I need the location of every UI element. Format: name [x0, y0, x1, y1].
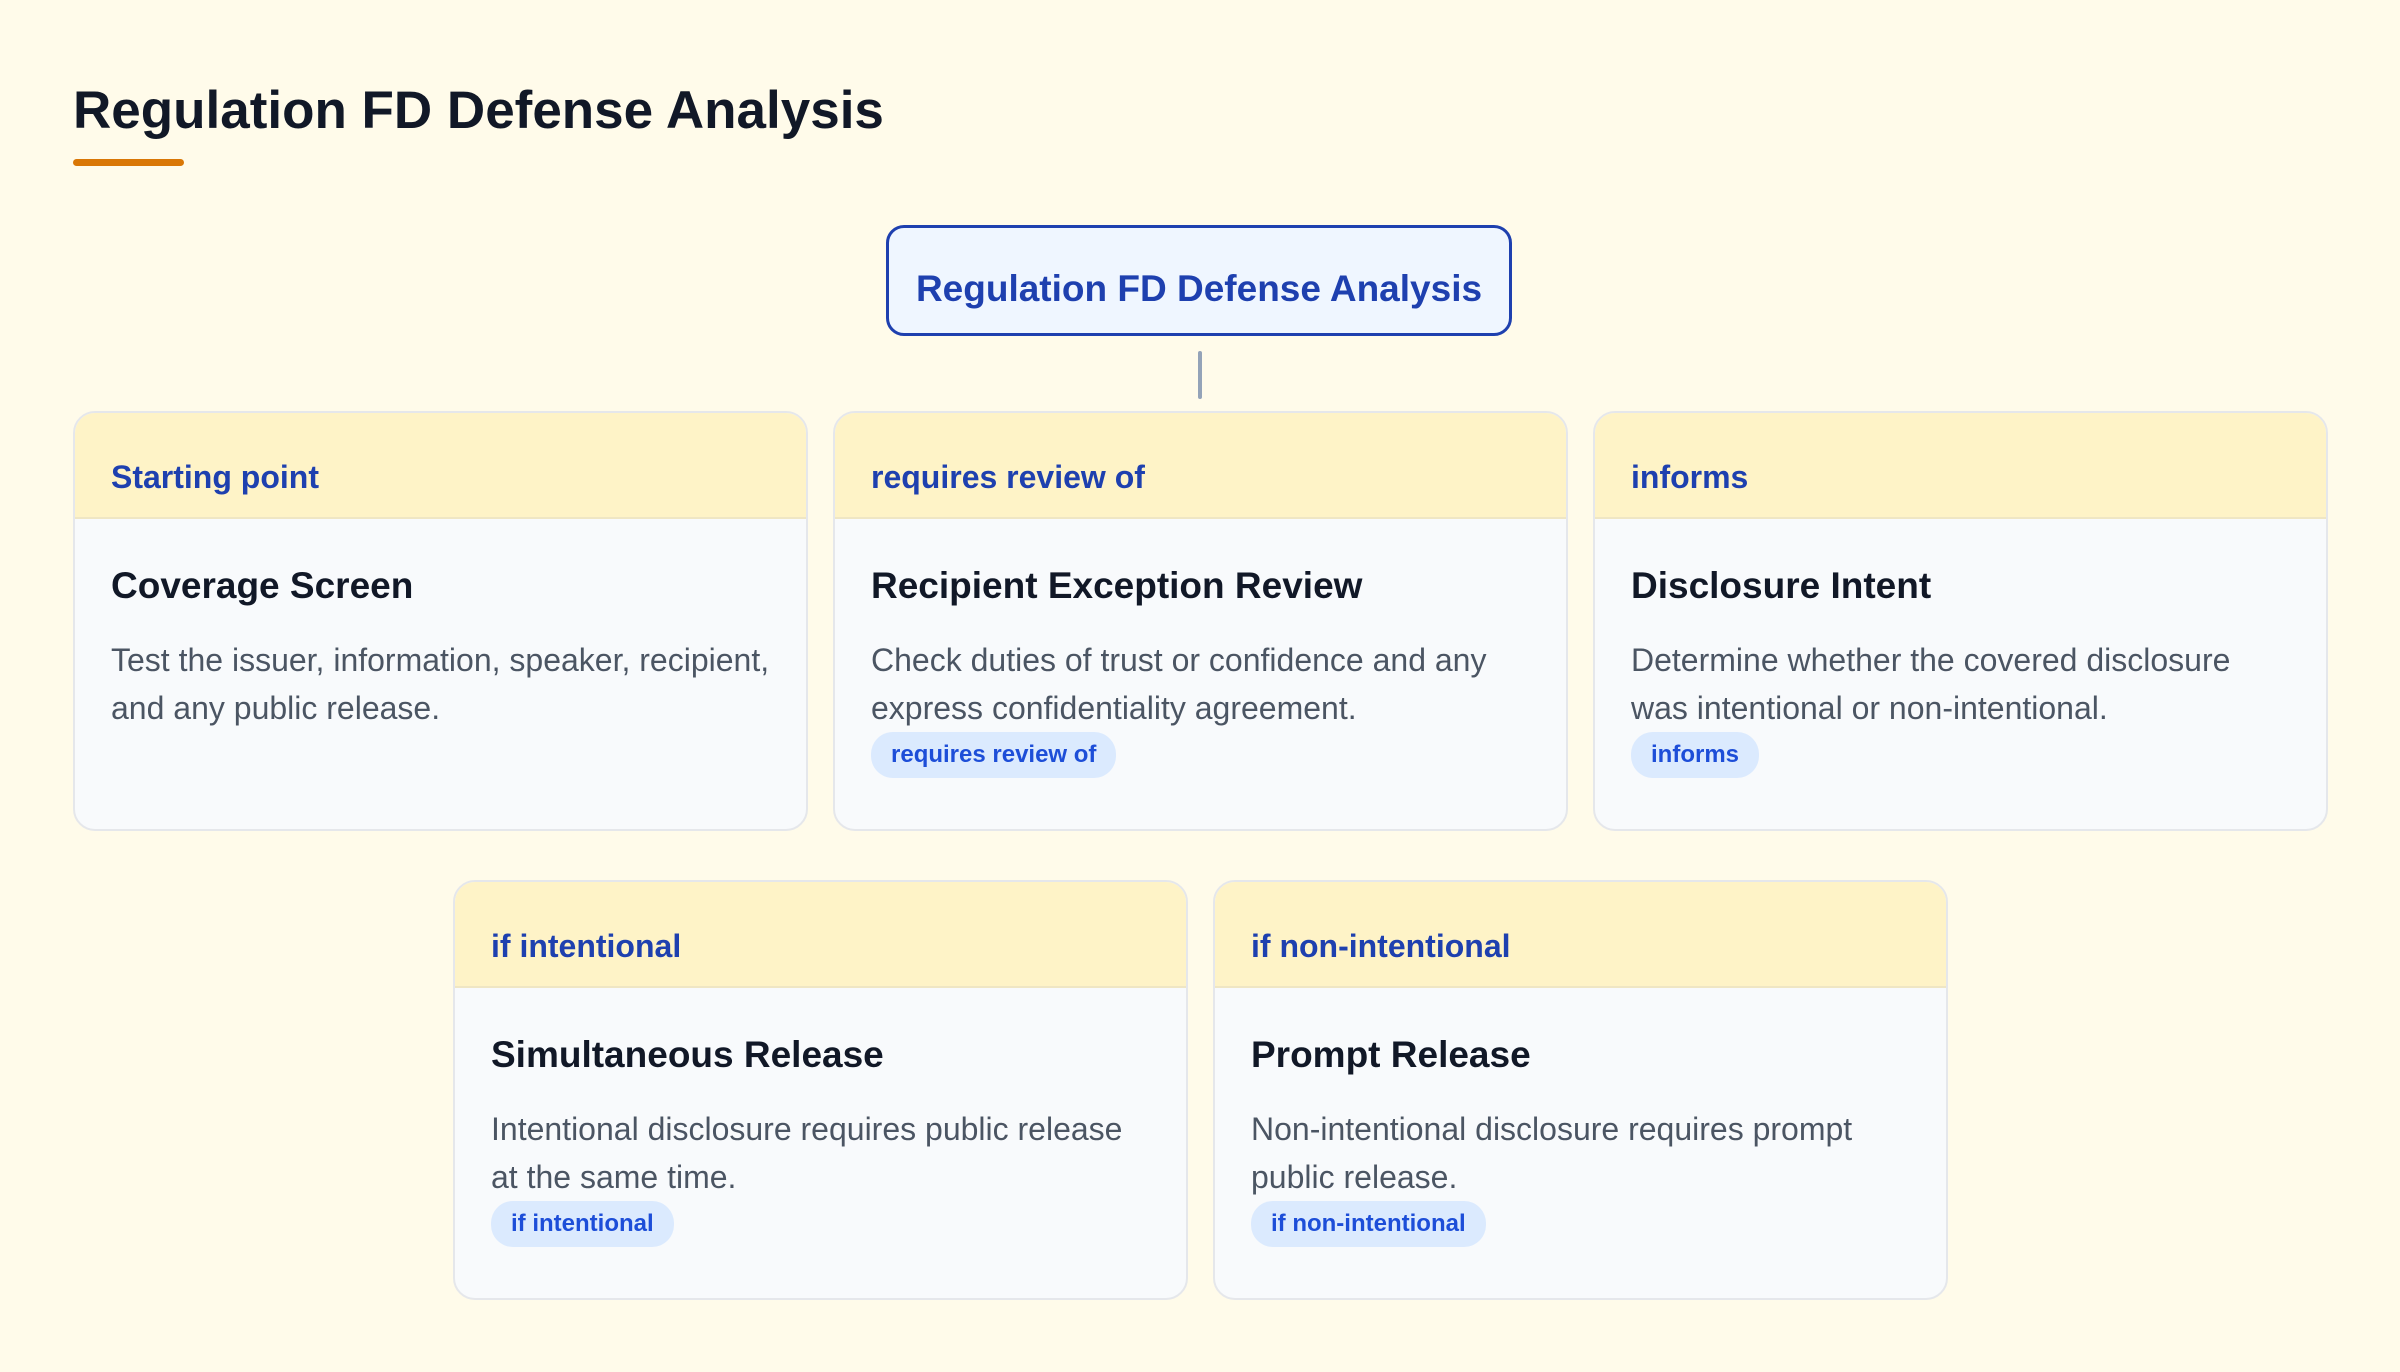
card-recipient-exception-review: requires review of Recipient Exception R… [833, 411, 1568, 831]
card-body: Prompt Release Non-intentional disclosur… [1215, 988, 1946, 1247]
card-coverage-screen: Starting point Coverage Screen Test the … [73, 411, 808, 831]
card-description: Intentional disclosure requires public r… [491, 1111, 1123, 1195]
card-header: informs [1595, 413, 2326, 519]
root-node-label: Regulation FD Defense Analysis [915, 267, 1483, 309]
card-header-label: if non-intentional [1251, 928, 1511, 964]
card-title: Disclosure Intent [1631, 565, 1932, 606]
card-header-label: Starting point [111, 459, 319, 495]
card-description: Non-intentional disclosure requires prom… [1251, 1111, 1853, 1195]
card-title: Prompt Release [1251, 1034, 1531, 1075]
card-header: if non-intentional [1215, 882, 1946, 988]
card-prompt-release: if non-intentional Prompt Release Non-in… [1213, 880, 1948, 1300]
card-header-label: informs [1631, 459, 1749, 495]
card-title: Recipient Exception Review [871, 565, 1363, 606]
title-underline [73, 159, 184, 166]
card-description: Test the issuer, information, speaker, r… [111, 642, 770, 726]
card-simultaneous-release: if intentional Simultaneous Release Inte… [453, 880, 1188, 1300]
card-body: Disclosure Intent Determine whether the … [1595, 519, 2326, 778]
card-description: Determine whether the covered disclosure… [1631, 642, 2231, 726]
card-body: Coverage Screen Test the issuer, informa… [75, 519, 806, 732]
root-node: Regulation FD Defense Analysis [886, 225, 1512, 336]
root-connector [1198, 351, 1202, 399]
relation-badge: if non-intentional [1251, 1201, 1486, 1247]
card-body: Recipient Exception Review Check duties … [835, 519, 1566, 778]
relation-badge: requires review of [871, 732, 1117, 778]
card-description: Check duties of trust or confidence and … [871, 642, 1487, 726]
relation-badge: if intentional [491, 1201, 674, 1247]
card-header-label: requires review of [871, 459, 1145, 495]
card-disclosure-intent: informs Disclosure Intent Determine whet… [1593, 411, 2328, 831]
card-header-label: if intentional [491, 928, 682, 964]
card-body: Simultaneous Release Intentional disclos… [455, 988, 1186, 1247]
card-title: Simultaneous Release [491, 1034, 884, 1075]
card-title: Coverage Screen [111, 565, 414, 606]
card-header: Starting point [75, 413, 806, 519]
relation-badge: informs [1631, 732, 1760, 778]
page-title: Regulation FD Defense Analysis [73, 81, 884, 140]
card-header: requires review of [835, 413, 1566, 519]
card-header: if intentional [455, 882, 1186, 988]
